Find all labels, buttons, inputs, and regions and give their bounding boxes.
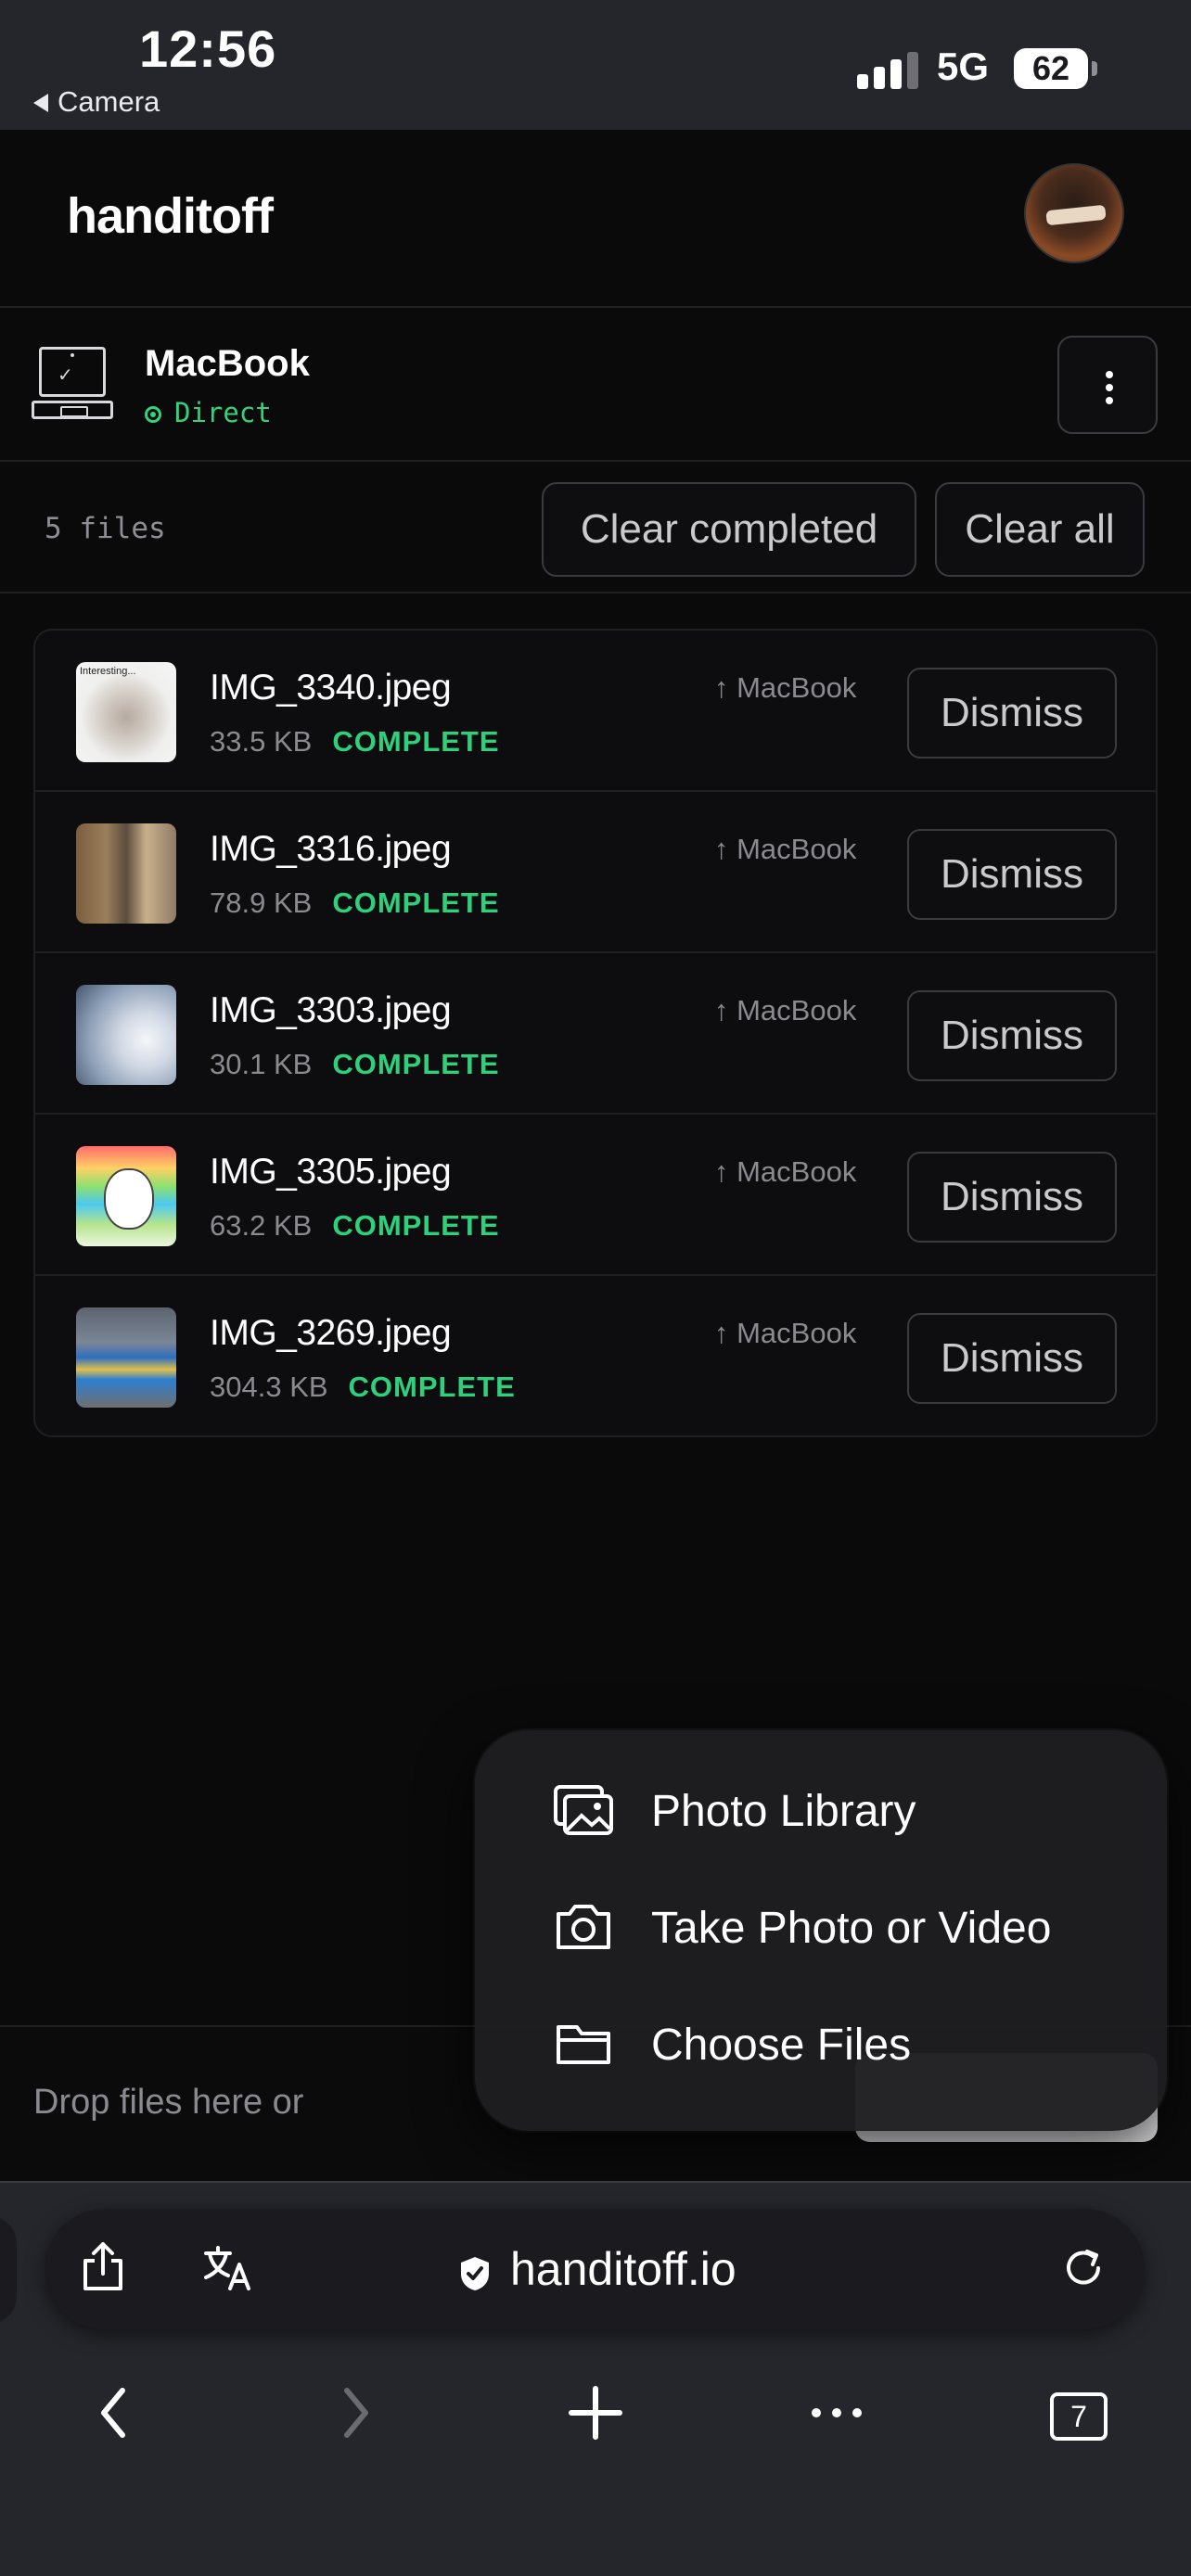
file-name: IMG_3316.jpeg (210, 829, 452, 869)
camera-icon (557, 1905, 610, 1949)
tabs-button[interactable]: 7 (1050, 2392, 1108, 2441)
device-menu-button[interactable] (1057, 336, 1158, 434)
file-thumbnail (76, 823, 176, 924)
forward-icon[interactable] (336, 2383, 377, 2442)
file-name: IMG_3269.jpeg (210, 1313, 452, 1353)
file-destination: ↑ MacBook (714, 833, 857, 865)
back-icon[interactable] (93, 2383, 134, 2442)
file-destination: ↑ MacBook (714, 671, 857, 704)
dismiss-button[interactable]: Dismiss (907, 1152, 1117, 1243)
dropzone-text: Drop files here or (33, 2083, 304, 2122)
cellular-signal-icon (857, 48, 920, 89)
file-meta: 30.1 KB COMPLETE (210, 1048, 500, 1081)
file-destination: ↑ MacBook (714, 994, 857, 1027)
menu-item-label: Take Photo or Video (651, 1904, 1052, 1953)
connection-status: Direct (145, 397, 272, 428)
dismiss-button[interactable]: Dismiss (907, 829, 1117, 920)
file-status: COMPLETE (332, 1209, 500, 1242)
file-destination: ↑ MacBook (714, 1317, 857, 1349)
file-status: COMPLETE (348, 1371, 516, 1403)
file-meta: 78.9 KB COMPLETE (210, 886, 500, 920)
battery-icon: 62 (1014, 48, 1097, 89)
file-count: 5 files (45, 512, 166, 545)
file-row: IMG_3305.jpeg 63.2 KB COMPLETE ↑ MacBook … (35, 1115, 1156, 1276)
new-tab-icon[interactable] (568, 2383, 623, 2442)
file-picker-menu: Photo Library Take Photo or Video Choose… (475, 1730, 1167, 2131)
thumbnail-caption: Interesting... (80, 666, 136, 677)
file-status: COMPLETE (332, 725, 500, 758)
more-icon[interactable] (809, 2383, 864, 2442)
file-meta: 304.3 KB COMPLETE (210, 1371, 516, 1404)
photo-library-icon (554, 1785, 613, 1835)
menu-item-label: Photo Library (651, 1787, 916, 1836)
file-thumbnail (76, 1146, 176, 1246)
network-type: 5G (937, 45, 990, 88)
files-toolbar: 5 files Clear completed Clear all (0, 464, 1191, 593)
file-thumbnail (76, 1307, 176, 1408)
translate-icon[interactable] (202, 2244, 254, 2292)
file-row: IMG_3316.jpeg 78.9 KB COMPLETE ↑ MacBook … (35, 792, 1156, 953)
file-row: Interesting... IMG_3340.jpeg 33.5 KB COMP… (35, 631, 1156, 792)
file-status: COMPLETE (332, 1048, 500, 1080)
laptop-icon: ✓ (32, 347, 113, 423)
secure-lock-icon (461, 2257, 489, 2290)
file-name: IMG_3340.jpeg (210, 668, 452, 708)
back-to-camera-link[interactable]: Camera (33, 85, 160, 119)
file-size: 30.1 KB (210, 1048, 313, 1080)
folder-icon (557, 2025, 610, 2064)
avatar[interactable] (1024, 163, 1124, 263)
menu-item-photo-library[interactable]: Photo Library (475, 1753, 1167, 1869)
file-row: IMG_3303.jpeg 30.1 KB COMPLETE ↑ MacBook … (35, 953, 1156, 1115)
file-status: COMPLETE (332, 886, 500, 919)
menu-item-choose-files[interactable]: Choose Files (475, 1986, 1167, 2103)
battery-level: 62 (1031, 49, 1070, 87)
dismiss-button[interactable]: Dismiss (907, 990, 1117, 1081)
reload-icon[interactable] (1061, 2246, 1106, 2290)
status-time: 12:56 (139, 19, 277, 78)
app-logo[interactable]: handitoff (67, 187, 274, 245)
file-name: IMG_3303.jpeg (210, 990, 452, 1030)
file-size: 63.2 KB (210, 1209, 313, 1242)
file-row: IMG_3269.jpeg 304.3 KB COMPLETE ↑ MacBook… (35, 1276, 1156, 1435)
dismiss-button[interactable]: Dismiss (907, 668, 1117, 759)
menu-item-label: Choose Files (651, 2021, 912, 2070)
clear-all-button[interactable]: Clear all (935, 482, 1145, 577)
file-list: Interesting... IMG_3340.jpeg 33.5 KB COMP… (33, 629, 1158, 1437)
more-vertical-icon (1106, 371, 1113, 378)
clear-completed-button[interactable]: Clear completed (542, 482, 916, 577)
connection-label: Direct (174, 397, 272, 428)
file-thumbnail: Interesting... (76, 662, 176, 762)
previous-tab-peek[interactable] (0, 2216, 17, 2324)
status-bar: 12:56 Camera 5G 62 (0, 0, 1191, 130)
status-dot-icon (145, 406, 161, 423)
file-name: IMG_3305.jpeg (210, 1152, 452, 1192)
file-thumbnail (76, 985, 176, 1085)
browser-toolbar: handitoff.io 7 (0, 2181, 1191, 2576)
file-size: 78.9 KB (210, 886, 313, 919)
device-header: ✓ MacBook Direct (0, 310, 1191, 462)
file-size: 304.3 KB (210, 1371, 328, 1403)
back-arrow-icon (33, 94, 48, 112)
file-meta: 33.5 KB COMPLETE (210, 725, 500, 759)
dismiss-button[interactable]: Dismiss (907, 1313, 1117, 1404)
address-bar[interactable]: handitoff.io (45, 2209, 1145, 2329)
file-size: 33.5 KB (210, 725, 313, 758)
app-header: handitoff (0, 130, 1191, 308)
menu-item-take-photo[interactable]: Take Photo or Video (475, 1869, 1167, 1986)
url-text[interactable]: handitoff.io (510, 2242, 736, 2296)
device-name: MacBook (145, 343, 310, 384)
share-icon[interactable] (80, 2240, 126, 2292)
back-label: Camera (58, 85, 160, 118)
file-destination: ↑ MacBook (714, 1155, 857, 1188)
file-meta: 63.2 KB COMPLETE (210, 1209, 500, 1243)
